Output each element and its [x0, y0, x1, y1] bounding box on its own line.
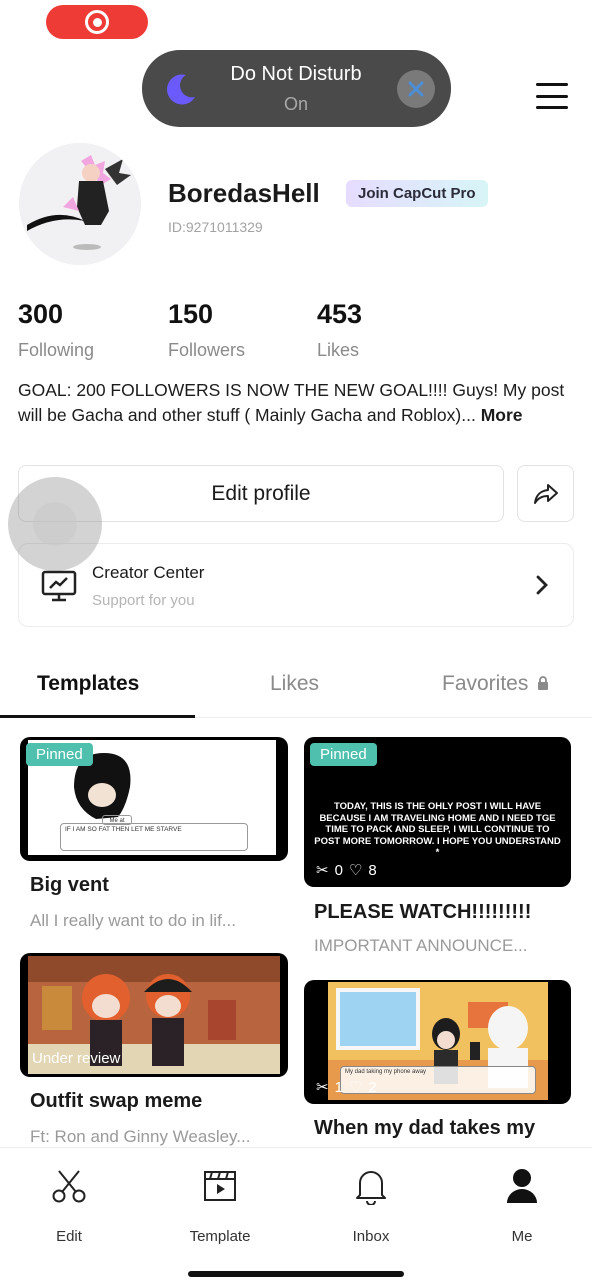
template-title: Outfit swap meme	[30, 1090, 203, 1112]
bio-more-link[interactable]: More	[481, 405, 523, 425]
scissors-icon: ✂	[316, 1079, 329, 1096]
template-stats: ✂ 1 ♡ 2	[316, 1078, 377, 1097]
clapperboard-icon	[204, 1171, 236, 1201]
nav-inbox[interactable]: Inbox	[326, 1166, 416, 1245]
creator-center-subtitle: Support for you	[92, 592, 195, 609]
template-title: PLEASE WATCH!!!!!!!!!	[314, 901, 532, 923]
creator-center-title: Creator Center	[92, 563, 205, 582]
record-icon	[85, 10, 109, 34]
uses-count: 0	[50, 835, 59, 853]
scissors-icon: ✂	[32, 836, 45, 853]
close-icon	[408, 81, 424, 97]
template-stats: ✂ 0 ♡ 3	[32, 835, 93, 854]
nav-template[interactable]: Template	[175, 1166, 265, 1245]
creator-center-card[interactable]: Creator Center Support for you	[18, 543, 574, 627]
stat-likes[interactable]: 453 Likes	[317, 299, 362, 361]
under-review-status: Under review	[32, 1050, 121, 1067]
chevron-right-icon	[536, 575, 548, 595]
likes-count: 2	[368, 1078, 377, 1096]
nav-label: Me	[511, 1228, 533, 1245]
likes-count: 3	[84, 835, 93, 853]
pinned-badge: Pinned	[310, 743, 377, 766]
stat-value: 453	[317, 299, 363, 329]
avatar-image	[19, 143, 141, 265]
template-card[interactable]: Pinned TODAY, THIS IS THE OHLY POST I WI…	[304, 737, 571, 956]
template-title: Big vent	[30, 874, 109, 896]
lock-icon	[538, 676, 549, 690]
nav-label: Inbox	[352, 1228, 390, 1245]
bottom-navigation: Edit Template Inbox Me	[0, 1147, 592, 1280]
avatar[interactable]	[19, 143, 141, 265]
home-indicator	[188, 1271, 404, 1277]
share-button[interactable]	[517, 465, 574, 522]
person-icon	[507, 1169, 537, 1203]
pinned-badge: Pinned	[26, 743, 93, 766]
template-subtitle: Ft: Ron and Ginny Weasley...	[30, 1127, 251, 1146]
template-thumbnail[interactable]: Me at IF I AM SO FAT THEN LET ME STARVE …	[20, 737, 288, 861]
nav-label: Template	[189, 1228, 251, 1245]
dnd-title: Do Not Disturb	[230, 63, 362, 85]
screen-recording-indicator[interactable]	[46, 5, 148, 39]
bell-icon	[356, 1171, 386, 1205]
active-tab-indicator	[0, 715, 195, 718]
touch-indicator	[8, 477, 102, 571]
share-icon	[533, 483, 558, 504]
scissors-icon	[52, 1170, 86, 1203]
template-subtitle: All I really want to do in lif...	[30, 911, 236, 930]
stat-label: Following	[18, 340, 95, 360]
stat-label: Likes	[317, 340, 360, 360]
moon-icon	[167, 74, 195, 105]
template-card[interactable]: My dad taking my phone away ✂ 1 ♡ 2 When…	[304, 980, 571, 1140]
uses-count: 1	[334, 1078, 343, 1096]
join-pro-button[interactable]: Join CapCut Pro	[346, 180, 488, 207]
likes-count: 8	[368, 861, 377, 879]
tab-favorites[interactable]: Favorites	[442, 672, 549, 696]
user-id: ID:9271011329	[168, 219, 263, 235]
nav-me[interactable]: Me	[477, 1166, 567, 1245]
dnd-status: On	[283, 94, 308, 114]
template-title: When my dad takes my	[314, 1117, 536, 1139]
stat-following[interactable]: 300 Following	[18, 299, 94, 361]
profile-tabs: Templates Likes Favorites	[0, 660, 592, 718]
thumb-caption: TODAY, THIS IS THE OHLY POST I WILL HAVE…	[314, 801, 561, 858]
heart-icon: ♡	[348, 862, 363, 879]
analytics-icon	[41, 570, 77, 602]
template-stats: ✂ 0 ♡ 8	[316, 861, 377, 880]
template-thumbnail[interactable]: Under review	[20, 953, 288, 1077]
uses-count: 0	[334, 861, 343, 879]
tab-favorites-label: Favorites	[442, 672, 529, 695]
stat-value: 150	[168, 299, 214, 329]
heart-icon: ♡	[348, 1079, 363, 1096]
menu-icon[interactable]	[536, 83, 568, 109]
bio: GOAL: 200 FOLLOWERS IS NOW THE NEW GOAL!…	[18, 378, 578, 427]
template-card[interactable]: Under review Outfit swap meme Ft: Ron an…	[20, 953, 288, 1147]
stat-label: Followers	[168, 340, 246, 360]
scissors-icon: ✂	[316, 862, 329, 879]
tab-templates[interactable]: Templates	[37, 672, 139, 696]
template-thumbnail[interactable]: Pinned TODAY, THIS IS THE OHLY POST I WI…	[304, 737, 571, 887]
tab-likes[interactable]: Likes	[270, 672, 319, 696]
do-not-disturb-banner[interactable]: Do Not Disturb On	[142, 50, 451, 127]
stat-followers[interactable]: 150 Followers	[168, 299, 245, 361]
template-subtitle: IMPORTANT ANNOUNCE...	[314, 936, 528, 955]
stat-value: 300	[18, 299, 64, 329]
heart-icon: ♡	[64, 836, 79, 853]
template-thumbnail[interactable]: My dad taking my phone away ✂ 1 ♡ 2	[304, 980, 571, 1104]
nav-label: Edit	[56, 1228, 82, 1245]
username: BoredasHell	[168, 178, 320, 208]
dnd-close-button[interactable]	[397, 70, 435, 108]
nav-edit[interactable]: Edit	[24, 1166, 114, 1245]
template-card[interactable]: Me at IF I AM SO FAT THEN LET ME STARVE …	[20, 737, 288, 931]
